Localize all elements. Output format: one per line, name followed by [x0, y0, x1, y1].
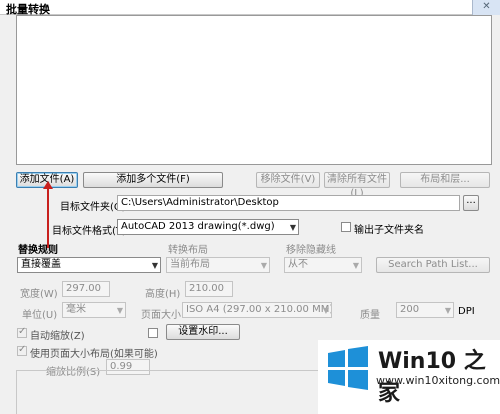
remove-file-button[interactable]: 移除文件(V) — [256, 172, 320, 188]
remove-hidden-lines-select[interactable]: 从不 ▼ — [284, 257, 362, 273]
quality-label: 质量 — [360, 310, 380, 321]
chevron-down-icon: ▼ — [116, 306, 123, 315]
width-label: 宽度(W) — [20, 289, 58, 300]
remove-hidden-lines-label: 移除隐藏线 — [286, 245, 336, 256]
chevron-down-icon: ▼ — [322, 306, 329, 315]
height-input[interactable]: 210.00 — [185, 281, 233, 297]
file-list[interactable] — [16, 15, 492, 165]
target-format-select[interactable]: AutoCAD 2013 drawing(*.dwg) ▼ — [117, 219, 299, 235]
auto-zoom-label: 自动缩放(Z) — [30, 331, 85, 342]
target-folder-input[interactable]: C:\Users\Administrator\Desktop — [117, 195, 460, 211]
title-bar — [0, 0, 500, 15]
replace-rule-label: 替换规则 — [18, 245, 58, 256]
windows-logo-icon — [328, 346, 368, 390]
watermark-button[interactable]: 设置水印... — [166, 324, 240, 340]
clear-all-files-button[interactable]: 清除所有文件(L) — [324, 172, 390, 199]
browse-folder-button[interactable]: ... — [463, 195, 479, 211]
quality-unit: DPI — [458, 306, 475, 317]
use-page-size-label: 使用页面大小布局(如果可能) — [30, 349, 158, 360]
search-path-list-button[interactable]: Search Path List... — [376, 257, 490, 273]
page-size-label: 页面大小 — [141, 310, 181, 321]
annotation-arrow-line — [47, 186, 49, 248]
add-multiple-files-button[interactable]: 添加多个文件(F) — [83, 172, 223, 188]
auto-zoom-checkbox[interactable] — [17, 326, 27, 338]
layout-layers-button[interactable]: 布局和层... — [400, 172, 490, 188]
target-format-label: 目标文件格式(T) — [52, 226, 126, 237]
unit-value: 毫米 — [66, 304, 86, 315]
unit-select[interactable]: 毫米 ▼ — [62, 302, 126, 318]
convert-layout-label: 转换布局 — [168, 245, 208, 256]
chevron-down-icon: ▼ — [260, 261, 267, 270]
output-subfolder-label: 输出子文件夹名 — [354, 225, 424, 236]
watermark-logo-url: www.win10xitong.com — [376, 374, 500, 387]
quality-select[interactable]: 200 ▼ — [396, 302, 454, 318]
use-page-size-checkbox[interactable] — [17, 344, 27, 356]
chevron-down-icon: ▼ — [289, 223, 296, 232]
output-subfolder-checkbox[interactable] — [341, 222, 351, 232]
annotation-arrow-head — [43, 181, 53, 189]
close-button[interactable]: ✕ — [472, 0, 500, 15]
width-input[interactable]: 297.00 — [62, 281, 110, 297]
quality-value: 200 — [400, 304, 420, 315]
target-folder-label: 目标文件夹(O) — [60, 202, 126, 213]
target-format-value: AutoCAD 2013 drawing(*.dwg) — [121, 221, 275, 232]
watermark-checkbox[interactable] — [148, 328, 158, 338]
chevron-down-icon: ▼ — [352, 261, 359, 270]
replace-rule-select[interactable]: 直接覆盖 ▼ — [17, 257, 161, 273]
height-label: 高度(H) — [145, 289, 181, 300]
convert-layout-value: 当前布局 — [170, 259, 210, 270]
unit-label: 单位(U) — [22, 310, 58, 321]
remove-hidden-lines-value: 从不 — [288, 259, 308, 270]
chevron-down-icon: ▼ — [151, 261, 158, 270]
replace-rule-value: 直接覆盖 — [21, 259, 61, 270]
chevron-down-icon: ▼ — [444, 306, 451, 315]
page-size-select[interactable]: ISO A4 (297.00 x 210.00 MM) ▼ — [182, 302, 332, 318]
page-size-value: ISO A4 (297.00 x 210.00 MM) — [186, 304, 332, 315]
convert-layout-select[interactable]: 当前布局 ▼ — [166, 257, 270, 273]
